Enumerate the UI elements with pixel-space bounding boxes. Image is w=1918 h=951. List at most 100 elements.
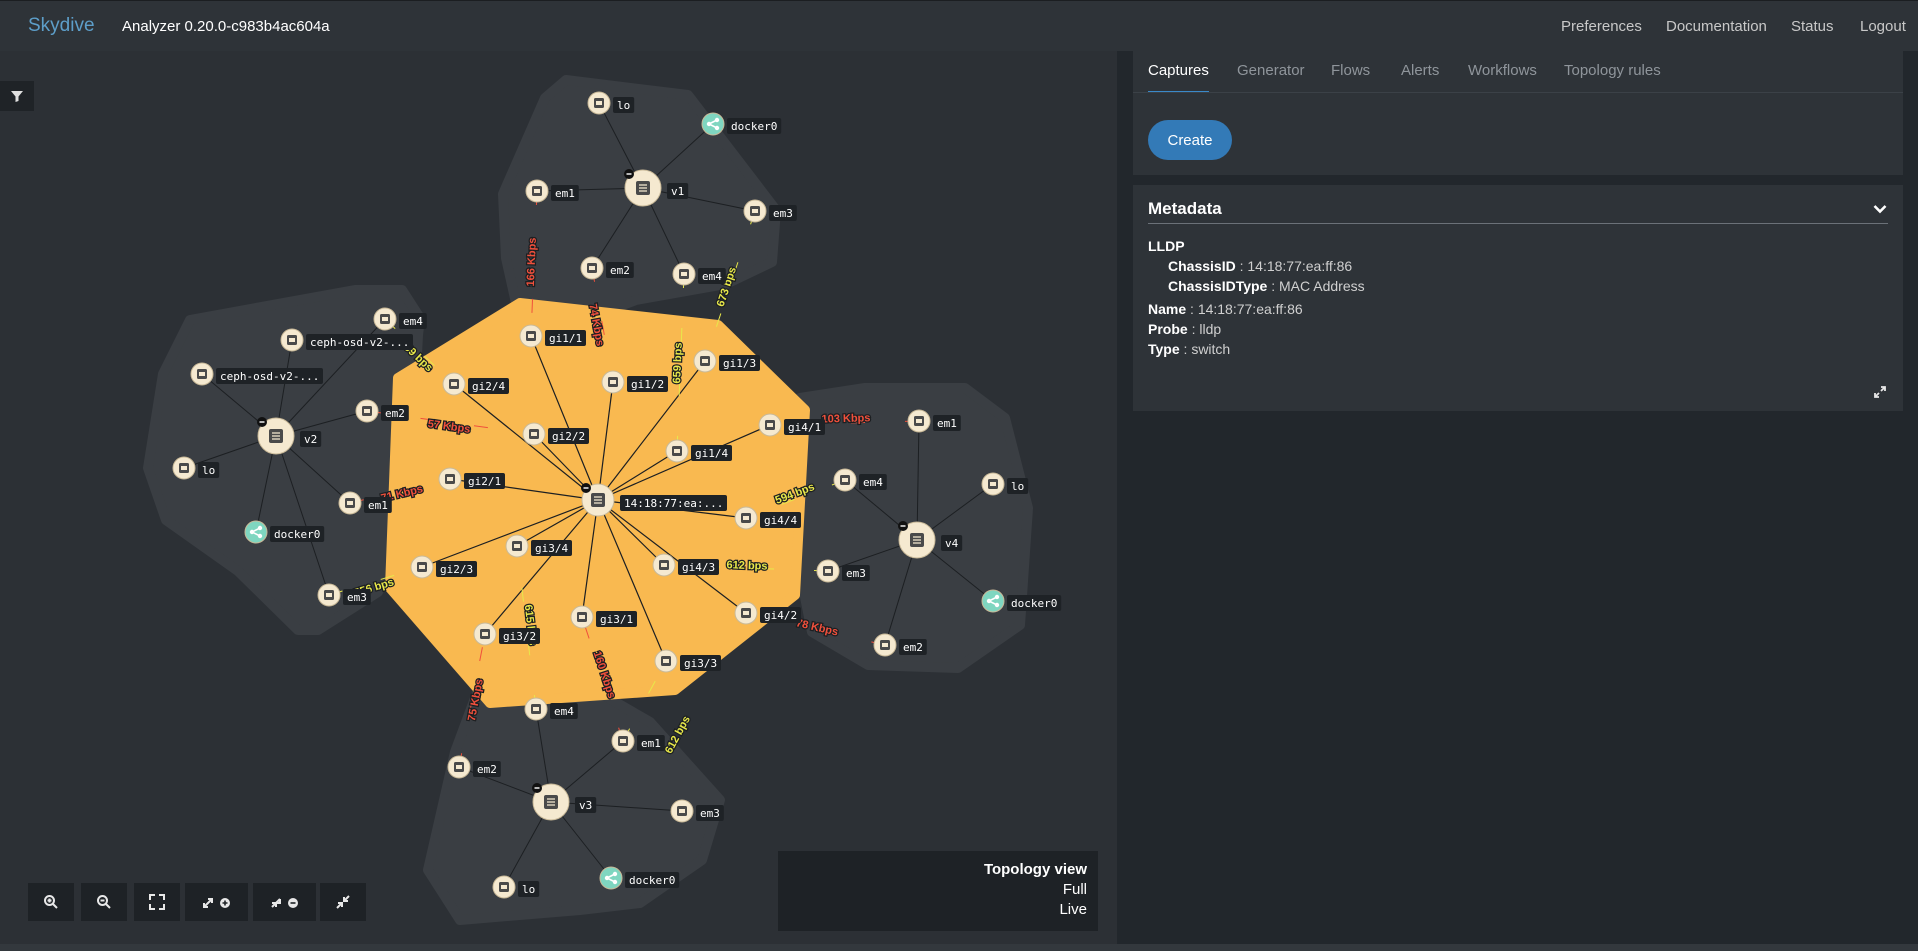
node-label: em3 bbox=[343, 589, 371, 605]
interface-node[interactable] bbox=[580, 256, 604, 280]
interface-node[interactable] bbox=[833, 468, 857, 492]
interface-node[interactable] bbox=[172, 456, 196, 480]
svg-text:gi2/3: gi2/3 bbox=[440, 563, 473, 576]
node-label: docker0 bbox=[727, 118, 782, 134]
nav-preferences[interactable]: Preferences bbox=[1561, 18, 1642, 35]
metadata-row-chassisid: ChassisID : 14:18:77:ea:ff:86 bbox=[1168, 258, 1353, 274]
filter-button[interactable] bbox=[0, 81, 34, 111]
node-label: em1 bbox=[933, 415, 961, 431]
interface-node[interactable] bbox=[525, 179, 549, 203]
nav-status[interactable]: Status bbox=[1791, 18, 1834, 35]
interface-node[interactable] bbox=[410, 555, 434, 579]
interface-node[interactable] bbox=[652, 553, 676, 577]
app-version: Analyzer 0.20.0-c983b4ac604a bbox=[122, 18, 330, 35]
collapse-all-button[interactable] bbox=[253, 883, 316, 921]
tab-alerts[interactable]: Alerts bbox=[1401, 51, 1439, 91]
tab-workflows[interactable]: Workflows bbox=[1468, 51, 1537, 91]
interface-node[interactable] bbox=[519, 324, 543, 348]
interface-node[interactable] bbox=[981, 472, 1005, 496]
interface-node[interactable] bbox=[190, 362, 214, 386]
collapse-button[interactable] bbox=[320, 883, 366, 921]
interface-node[interactable] bbox=[743, 199, 767, 223]
interface-node[interactable] bbox=[438, 467, 462, 491]
interface-node[interactable] bbox=[522, 422, 546, 446]
fit-to-screen-button[interactable] bbox=[134, 883, 180, 921]
node-label: gi3/2 bbox=[499, 628, 540, 644]
interface-node[interactable] bbox=[601, 370, 625, 394]
interface-node[interactable] bbox=[758, 413, 782, 437]
nav-logout[interactable]: Logout bbox=[1860, 18, 1906, 35]
interface-node[interactable] bbox=[587, 91, 611, 115]
brand-logo[interactable]: Skydive bbox=[28, 15, 95, 37]
interface-node[interactable] bbox=[373, 307, 397, 331]
interface-node[interactable] bbox=[654, 649, 678, 673]
node-label: em4 bbox=[698, 268, 726, 284]
node-label: gi3/1 bbox=[596, 611, 637, 627]
interface-node[interactable] bbox=[734, 506, 758, 530]
interface-node[interactable] bbox=[505, 534, 529, 558]
interface-node[interactable] bbox=[524, 697, 548, 721]
svg-text:em1: em1 bbox=[641, 737, 661, 750]
metadata-key: ChassisID bbox=[1168, 258, 1236, 274]
interface-node[interactable] bbox=[280, 328, 304, 352]
bridge-node[interactable] bbox=[701, 112, 725, 136]
interface-node[interactable] bbox=[734, 601, 758, 625]
metadata-value: MAC Address bbox=[1279, 278, 1365, 294]
collapse-node-icon[interactable] bbox=[624, 169, 634, 179]
interface-node[interactable] bbox=[873, 633, 897, 657]
interface-node[interactable] bbox=[473, 622, 497, 646]
metadata-value: lldp bbox=[1199, 321, 1222, 337]
zoom-out-button[interactable] bbox=[81, 883, 127, 921]
tab-flows[interactable]: Flows bbox=[1331, 51, 1370, 91]
node-label: gi3/3 bbox=[680, 655, 721, 671]
interface-node[interactable] bbox=[442, 372, 466, 396]
node-label: em1 bbox=[551, 185, 579, 201]
metadata-key: Type bbox=[1148, 341, 1180, 357]
interface-node[interactable] bbox=[693, 349, 717, 373]
expand-all-button[interactable] bbox=[185, 883, 248, 921]
create-capture-button[interactable]: Create bbox=[1148, 120, 1232, 160]
bridge-node[interactable] bbox=[599, 866, 623, 890]
interface-node[interactable] bbox=[670, 799, 694, 823]
svg-text:gi1/1: gi1/1 bbox=[549, 332, 582, 345]
svg-text:v2: v2 bbox=[304, 433, 317, 446]
interface-node[interactable] bbox=[447, 755, 471, 779]
metadata-row-type: Type : switch bbox=[1148, 341, 1231, 357]
interface-node[interactable] bbox=[907, 409, 931, 433]
svg-text:docker0: docker0 bbox=[274, 528, 320, 541]
metadata-section-lldp: LLDP bbox=[1148, 238, 1185, 254]
collapse-node-icon[interactable] bbox=[581, 483, 591, 493]
chevron-down-icon[interactable] bbox=[1873, 201, 1887, 219]
node-label: lo bbox=[518, 881, 540, 897]
expand-icon[interactable] bbox=[1873, 385, 1887, 404]
svg-text:v3: v3 bbox=[579, 799, 592, 812]
interface-node[interactable] bbox=[665, 439, 689, 463]
collapse-node-icon[interactable] bbox=[898, 521, 908, 531]
link-bandwidth-label: 659 bps bbox=[671, 342, 685, 383]
zoom-in-button[interactable] bbox=[28, 883, 74, 921]
svg-text:ceph-osd-v2-...: ceph-osd-v2-... bbox=[310, 336, 409, 349]
svg-text:em4: em4 bbox=[863, 476, 883, 489]
interface-node[interactable] bbox=[611, 729, 635, 753]
node-label: em2 bbox=[606, 262, 634, 278]
node-label: gi2/3 bbox=[436, 561, 477, 577]
interface-node[interactable] bbox=[570, 605, 594, 629]
svg-text:em2: em2 bbox=[385, 407, 405, 420]
interface-node[interactable] bbox=[816, 559, 840, 583]
interface-node[interactable] bbox=[317, 583, 341, 607]
zoom-in-icon bbox=[44, 895, 58, 909]
tab-topology-rules[interactable]: Topology rules bbox=[1564, 51, 1661, 91]
tab-generator[interactable]: Generator bbox=[1237, 51, 1305, 91]
bridge-node[interactable] bbox=[244, 520, 268, 544]
node-label: gi1/4 bbox=[691, 445, 732, 461]
bridge-node[interactable] bbox=[981, 589, 1005, 613]
interface-node[interactable] bbox=[355, 399, 379, 423]
interface-node[interactable] bbox=[338, 491, 362, 515]
tab-captures[interactable]: Captures bbox=[1148, 51, 1209, 93]
collapse-node-icon[interactable] bbox=[532, 783, 542, 793]
topology-canvas[interactable]: 166 Kbps 74 Kbps 673 bps 659 bps 59 bps 57 Kb… bbox=[0, 51, 1117, 944]
interface-node[interactable] bbox=[492, 875, 516, 899]
collapse-node-icon[interactable] bbox=[257, 417, 267, 427]
nav-documentation[interactable]: Documentation bbox=[1666, 18, 1767, 35]
interface-node[interactable] bbox=[672, 262, 696, 286]
